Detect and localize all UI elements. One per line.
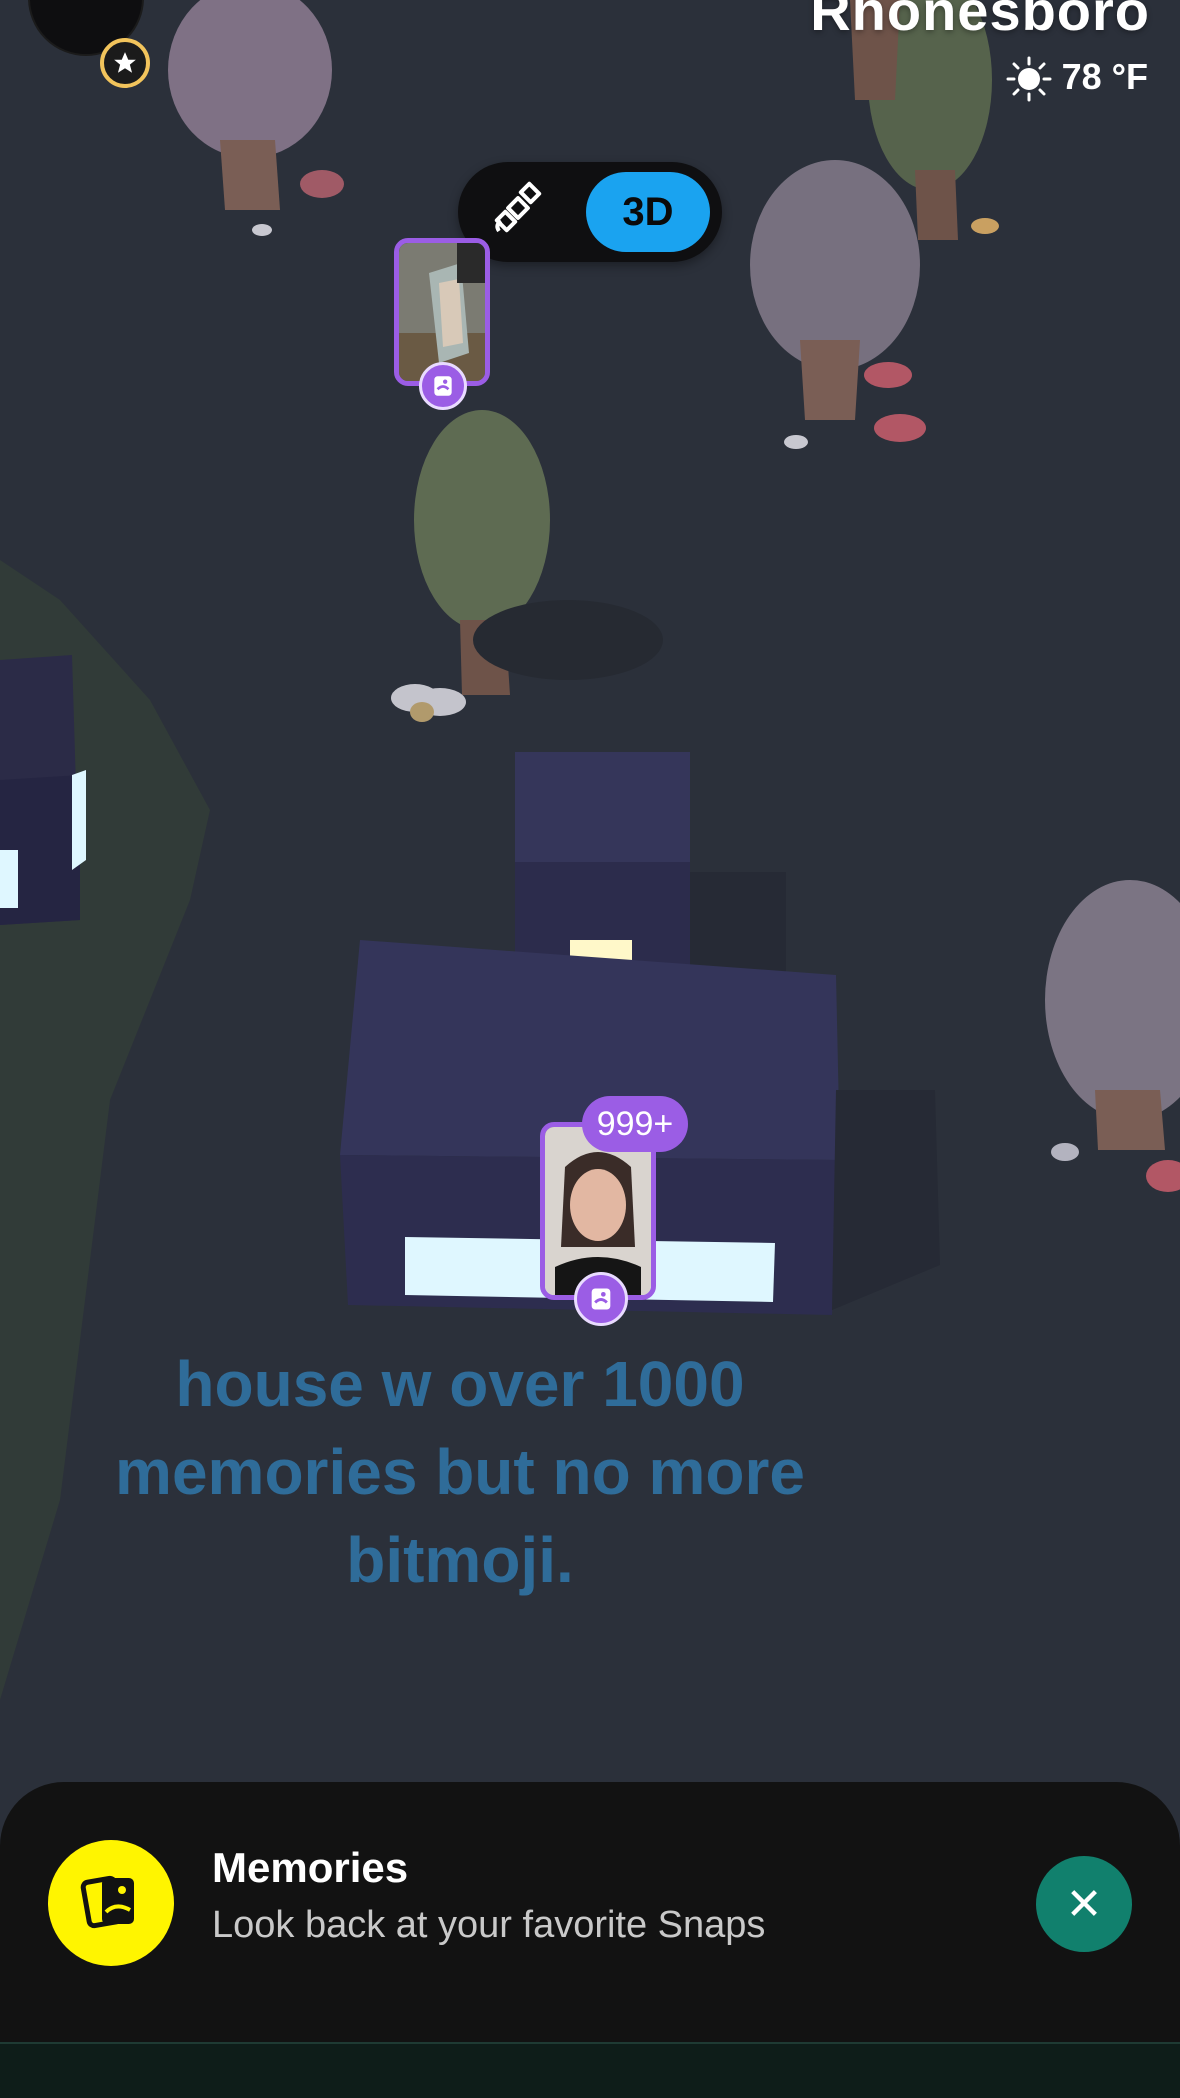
bottom-strip: [0, 2042, 1180, 2098]
sun-icon: [1006, 56, 1052, 102]
3d-view-button[interactable]: 3D: [586, 172, 710, 252]
temperature: 78 °F: [1061, 56, 1148, 97]
memory-thumbnail: [399, 243, 485, 381]
memories-badge-icon: [574, 1272, 628, 1326]
satellite-icon: [489, 181, 547, 244]
close-button[interactable]: ✕: [1036, 1856, 1132, 1952]
memory-count-badge: 999+: [582, 1096, 688, 1152]
memories-icon: [48, 1840, 174, 1966]
sheet-subtitle: Look back at your favorite Snaps: [212, 1904, 766, 1946]
caption-text: house w over 1000 memories but no more b…: [115, 1348, 805, 1596]
view-mode-toggle: 3D: [458, 162, 722, 262]
weather-widget[interactable]: 78 °F: [1006, 56, 1148, 102]
close-icon: ✕: [1065, 1879, 1103, 1929]
memories-badge-icon: [419, 362, 467, 410]
satellite-view-button[interactable]: [486, 181, 550, 244]
memory-thumbnail: [545, 1127, 651, 1295]
memories-sheet[interactable]: Memories Look back at your favorite Snap…: [0, 1782, 1180, 2042]
location-name: Rhonesboro: [810, 0, 1150, 42]
star-icon[interactable]: [100, 38, 150, 88]
sheet-title: Memories: [212, 1844, 409, 1891]
